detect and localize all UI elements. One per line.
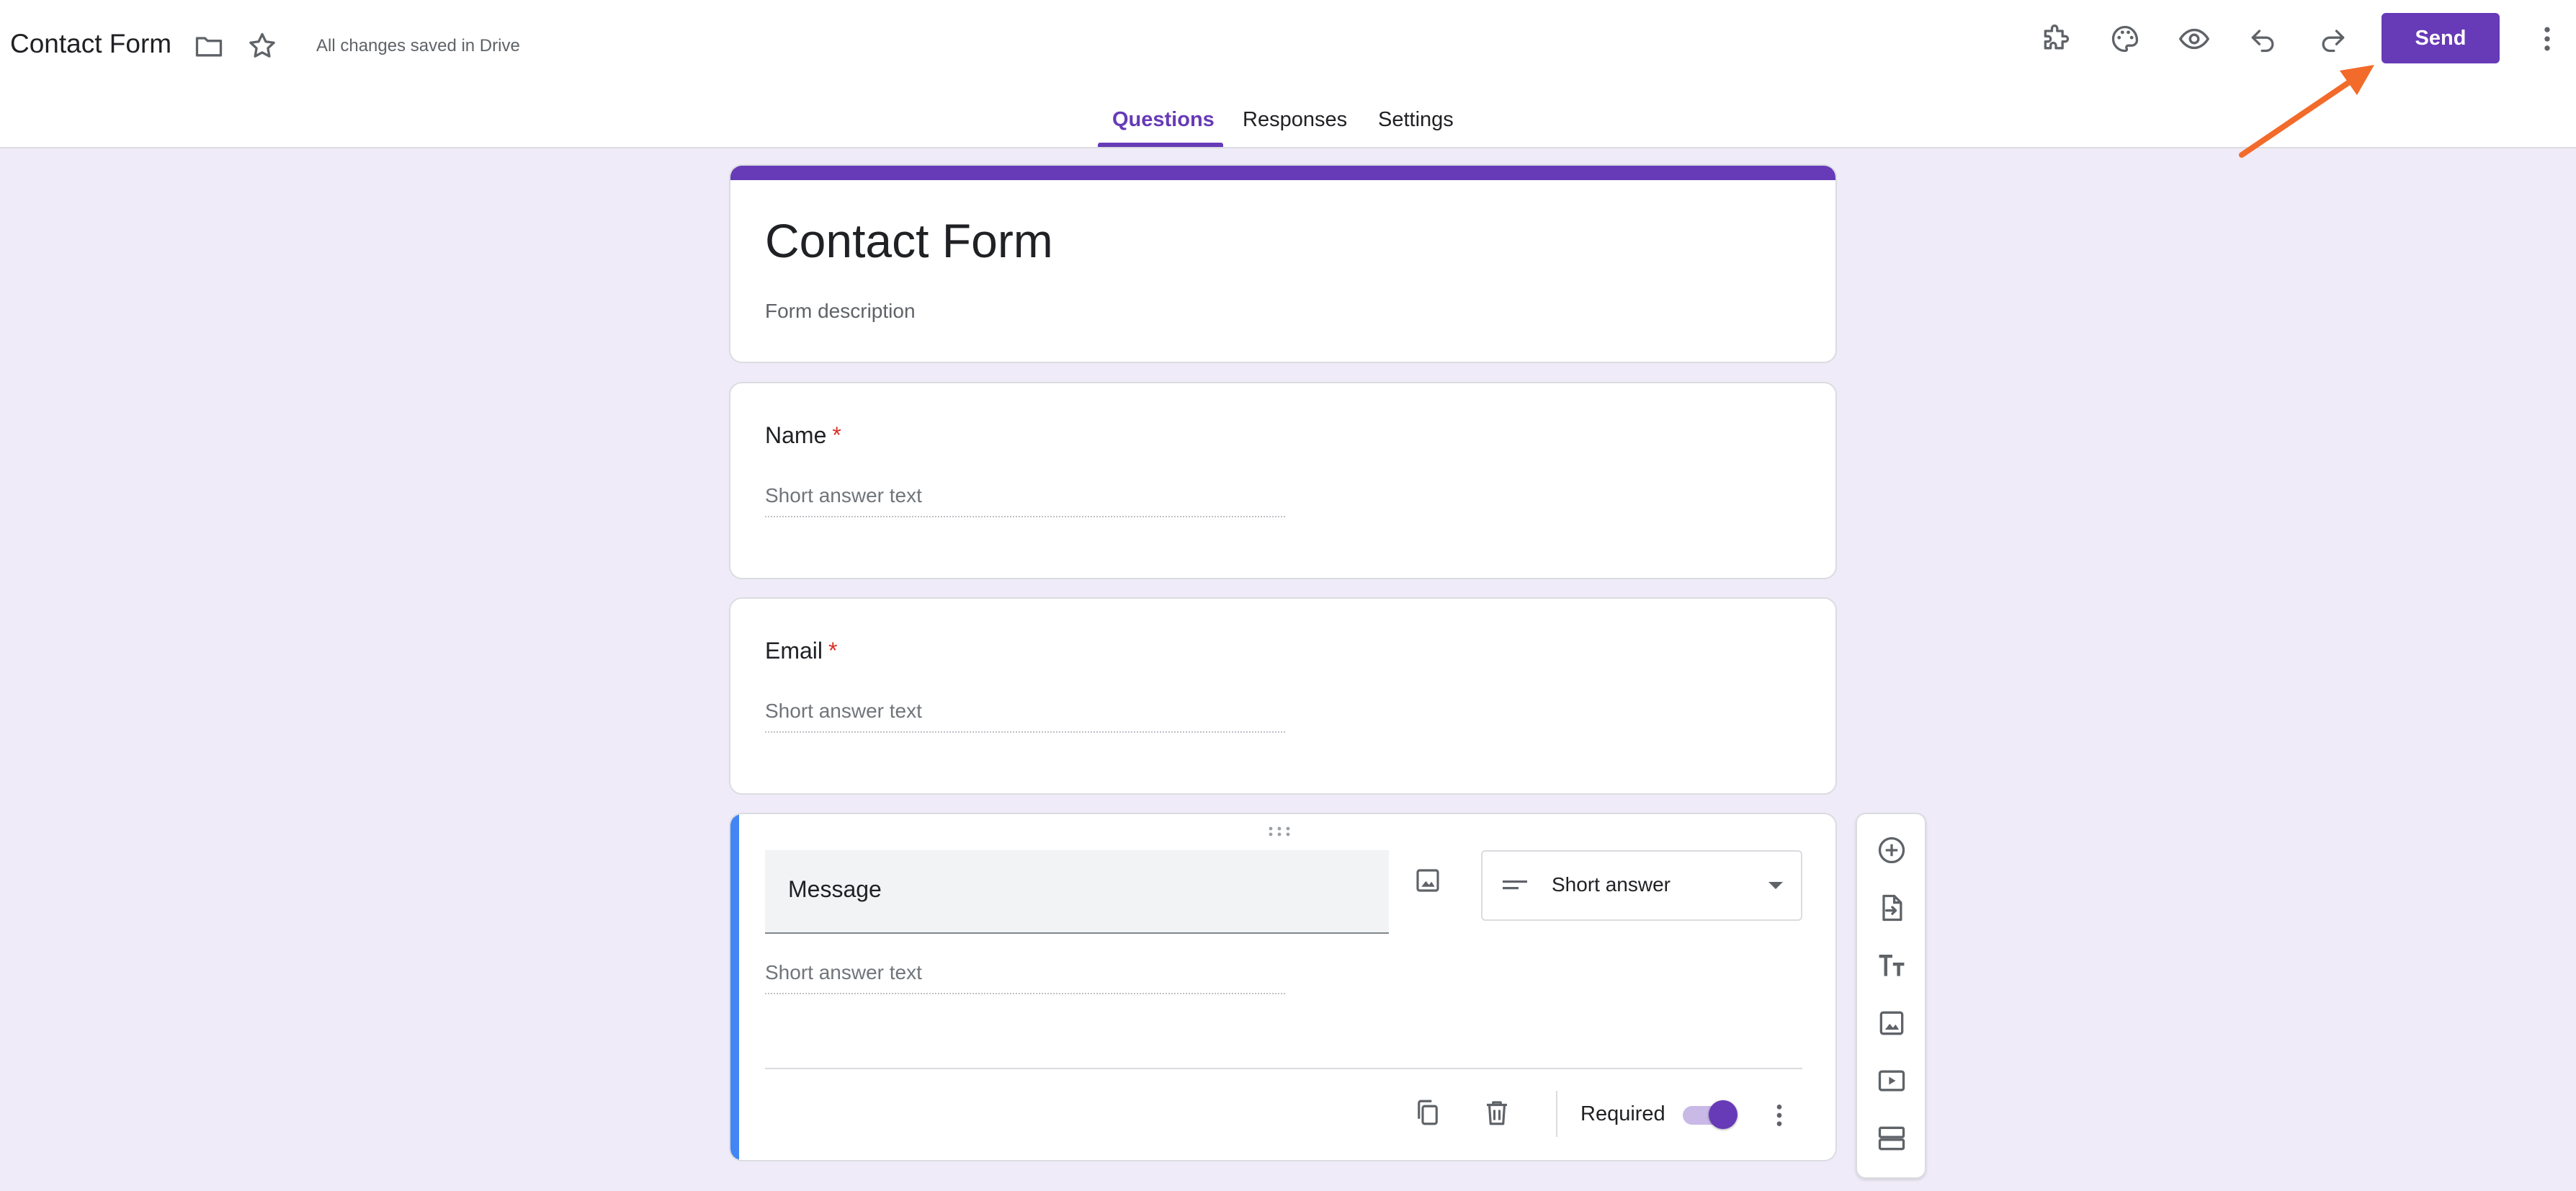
question-title-text: Email <box>765 638 823 664</box>
short-answer-placeholder: Short answer text <box>765 700 1285 733</box>
add-title-icon[interactable] <box>1873 947 1910 984</box>
form-title[interactable]: Contact Form <box>765 213 1053 268</box>
short-answer-placeholder: Short answer text <box>765 961 1285 994</box>
required-label: Required <box>1580 1102 1665 1125</box>
required-asterisk: * <box>832 422 841 448</box>
question-title: Email * <box>765 638 837 664</box>
question-title-input[interactable]: Message <box>765 850 1389 934</box>
preview-icon[interactable] <box>2175 20 2213 58</box>
toggle-thumb <box>1709 1100 1738 1129</box>
annotation-arrow <box>2239 65 2374 158</box>
trash-icon[interactable] <box>1478 1094 1516 1131</box>
add-image-icon[interactable] <box>1873 1004 1910 1042</box>
undo-icon[interactable] <box>2245 20 2282 58</box>
import-questions-icon[interactable] <box>1873 889 1910 927</box>
active-tab-indicator <box>1098 143 1223 147</box>
question-card-email[interactable]: Email * Short answer text <box>729 597 1837 795</box>
palette-icon[interactable] <box>2106 20 2144 58</box>
question-card-message-active[interactable]: Message Short answer Short answer text R… <box>729 813 1837 1161</box>
add-image-icon[interactable] <box>1409 862 1446 899</box>
add-video-icon[interactable] <box>1873 1062 1910 1099</box>
more-vert-icon[interactable] <box>2528 20 2566 58</box>
document-title[interactable]: Contact Form <box>10 29 171 59</box>
question-type-label: Short answer <box>1552 873 1671 896</box>
floating-toolbar <box>1856 813 1926 1179</box>
star-icon[interactable] <box>243 27 281 65</box>
tab-responses[interactable]: Responses <box>1243 108 1347 132</box>
tab-questions[interactable]: Questions <box>1112 108 1215 132</box>
short-answer-icon <box>1503 875 1529 896</box>
redo-icon[interactable] <box>2314 20 2351 58</box>
question-footer-divider <box>765 1068 1802 1069</box>
add-ons-icon[interactable] <box>2037 20 2075 58</box>
short-answer-placeholder: Short answer text <box>765 484 1285 517</box>
active-question-indicator <box>730 814 739 1160</box>
required-asterisk: * <box>828 638 838 664</box>
form-title-card: Contact Form Form description <box>729 164 1837 363</box>
question-title: Name * <box>765 422 841 449</box>
required-toggle[interactable] <box>1680 1099 1738 1130</box>
save-status: All changes saved in Drive <box>316 36 520 55</box>
folder-icon[interactable] <box>190 27 228 65</box>
add-question-icon[interactable] <box>1873 831 1910 869</box>
add-section-icon[interactable] <box>1873 1120 1910 1157</box>
footer-separator <box>1556 1091 1557 1137</box>
question-card-name[interactable]: Name * Short answer text <box>729 382 1837 579</box>
more-options-icon[interactable] <box>1761 1097 1798 1134</box>
send-button[interactable]: Send <box>2382 13 2500 63</box>
tab-settings[interactable]: Settings <box>1378 108 1454 132</box>
app-header: Contact Form All changes saved in Drive … <box>0 0 2576 148</box>
question-title-text: Name <box>765 422 827 448</box>
accent-bar <box>730 166 1835 180</box>
drag-handle-icon[interactable] <box>1267 826 1292 837</box>
form-description-field[interactable]: Form description <box>765 300 916 323</box>
question-type-dropdown[interactable]: Short answer <box>1481 850 1802 921</box>
chevron-down-icon <box>1768 880 1784 891</box>
duplicate-icon[interactable] <box>1409 1094 1446 1131</box>
